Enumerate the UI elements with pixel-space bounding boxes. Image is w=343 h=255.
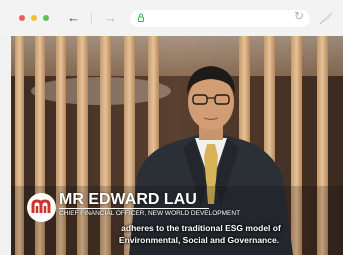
video-player[interactable]: MR EDWARD LAU CHIEF FINANCIAL OFFICER, N… [11, 36, 343, 255]
back-button[interactable]: ← [67, 10, 80, 26]
reload-button[interactable]: ↻ [294, 9, 304, 23]
subtitle-line-2: Environmental, Social and Governance. [118, 235, 280, 245]
browser-window: ← → ↻ MR EDWARD LAU CHIEF FINANCIAL OFFI… [0, 0, 343, 255]
speaker-title: CHIEF FINANCIAL OFFICER, NEW WORLD DEVEL… [59, 210, 241, 217]
toolbar-divider [91, 13, 92, 23]
feather-icon[interactable] [318, 11, 334, 25]
maximize-window-button[interactable] [43, 15, 49, 21]
address-bar[interactable] [130, 10, 310, 27]
lock-icon [138, 13, 144, 22]
speaker-name: MR EDWARD LAU [59, 191, 197, 208]
browser-toolbar: ← → ↻ [0, 0, 343, 36]
minimize-window-button[interactable] [31, 15, 37, 21]
close-window-button[interactable] [19, 15, 25, 21]
forward-button[interactable]: → [104, 10, 117, 26]
name-underline [59, 208, 209, 209]
subtitle-line-1: adheres to the traditional ESG model of [121, 223, 281, 233]
nwd-logo-icon [27, 193, 56, 222]
